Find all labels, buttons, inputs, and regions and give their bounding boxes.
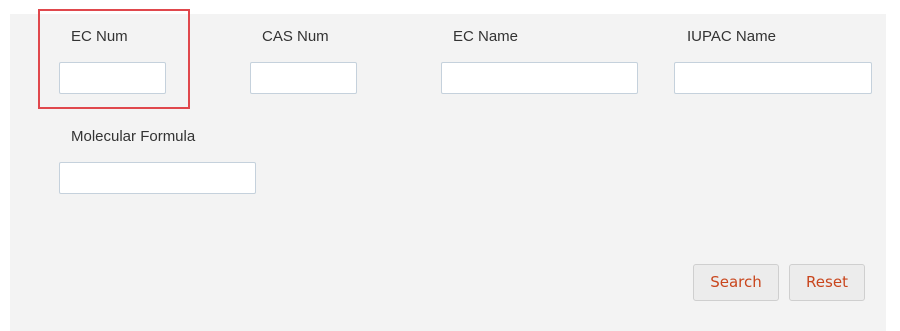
cas-num-input[interactable] [250,62,357,94]
ec-name-label: EC Name [453,28,519,45]
iupac-name-input[interactable] [674,62,872,94]
iupac-name-label: IUPAC Name [687,28,776,45]
search-button[interactable]: Search [693,264,779,301]
molecular-formula-input[interactable] [59,162,256,194]
cas-num-label: CAS Num [262,28,329,45]
molecular-formula-label: Molecular Formula [71,128,196,145]
reset-button[interactable]: Reset [789,264,865,301]
ec-num-input[interactable] [59,62,166,94]
ec-name-input[interactable] [441,62,638,94]
ec-num-label: EC Num [71,28,128,45]
